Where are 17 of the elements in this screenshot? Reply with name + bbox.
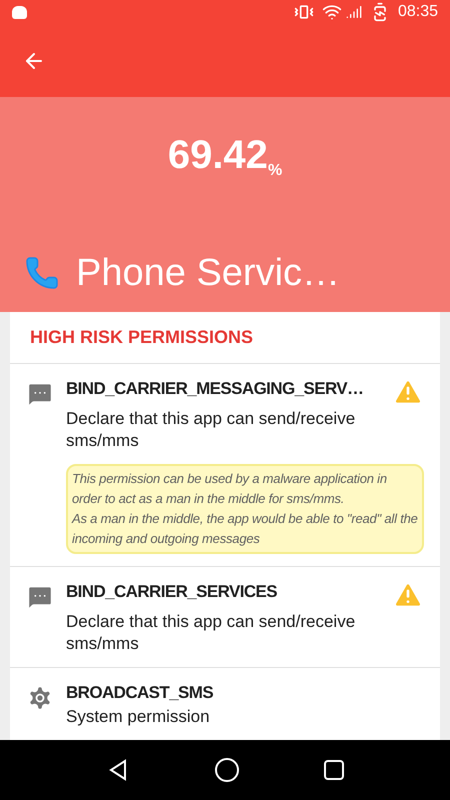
phone-icon xyxy=(24,255,60,291)
permission-description: System permission xyxy=(66,706,211,728)
recents-button[interactable] xyxy=(324,760,344,780)
home-button[interactable] xyxy=(214,758,239,782)
permission-name: BIND_CARRIER_SERVICES xyxy=(66,581,278,603)
status-time: 08:35 xyxy=(398,2,438,22)
signal-icon xyxy=(346,4,362,20)
permission-description: Declare that this app can send/receive sms/mms xyxy=(66,611,356,655)
section-title: HIGH RISK PERMISSIONS xyxy=(30,326,254,349)
app-name: Phone Servic… xyxy=(76,254,340,292)
permission-name: BIND_CARRIER_MESSAGING_SERV… xyxy=(66,378,364,400)
permission-description: Declare that this app can send/receive sms/mms xyxy=(66,408,356,452)
score-unit: % xyxy=(268,163,282,179)
permission-item[interactable]: BIND_CARRIER_SERVICES Declare that this app can send/receive sms/mms xyxy=(10,567,440,668)
score-value: 69.42 xyxy=(168,135,268,175)
permission-name: BROADCAST_SMS xyxy=(66,682,214,704)
warning-note: This permission can be used by a malware application in order to act as a man in the middle for sms/mms. As a man in the middle, the app would be able to "read" all the incoming and outgoing messages xyxy=(66,464,424,554)
